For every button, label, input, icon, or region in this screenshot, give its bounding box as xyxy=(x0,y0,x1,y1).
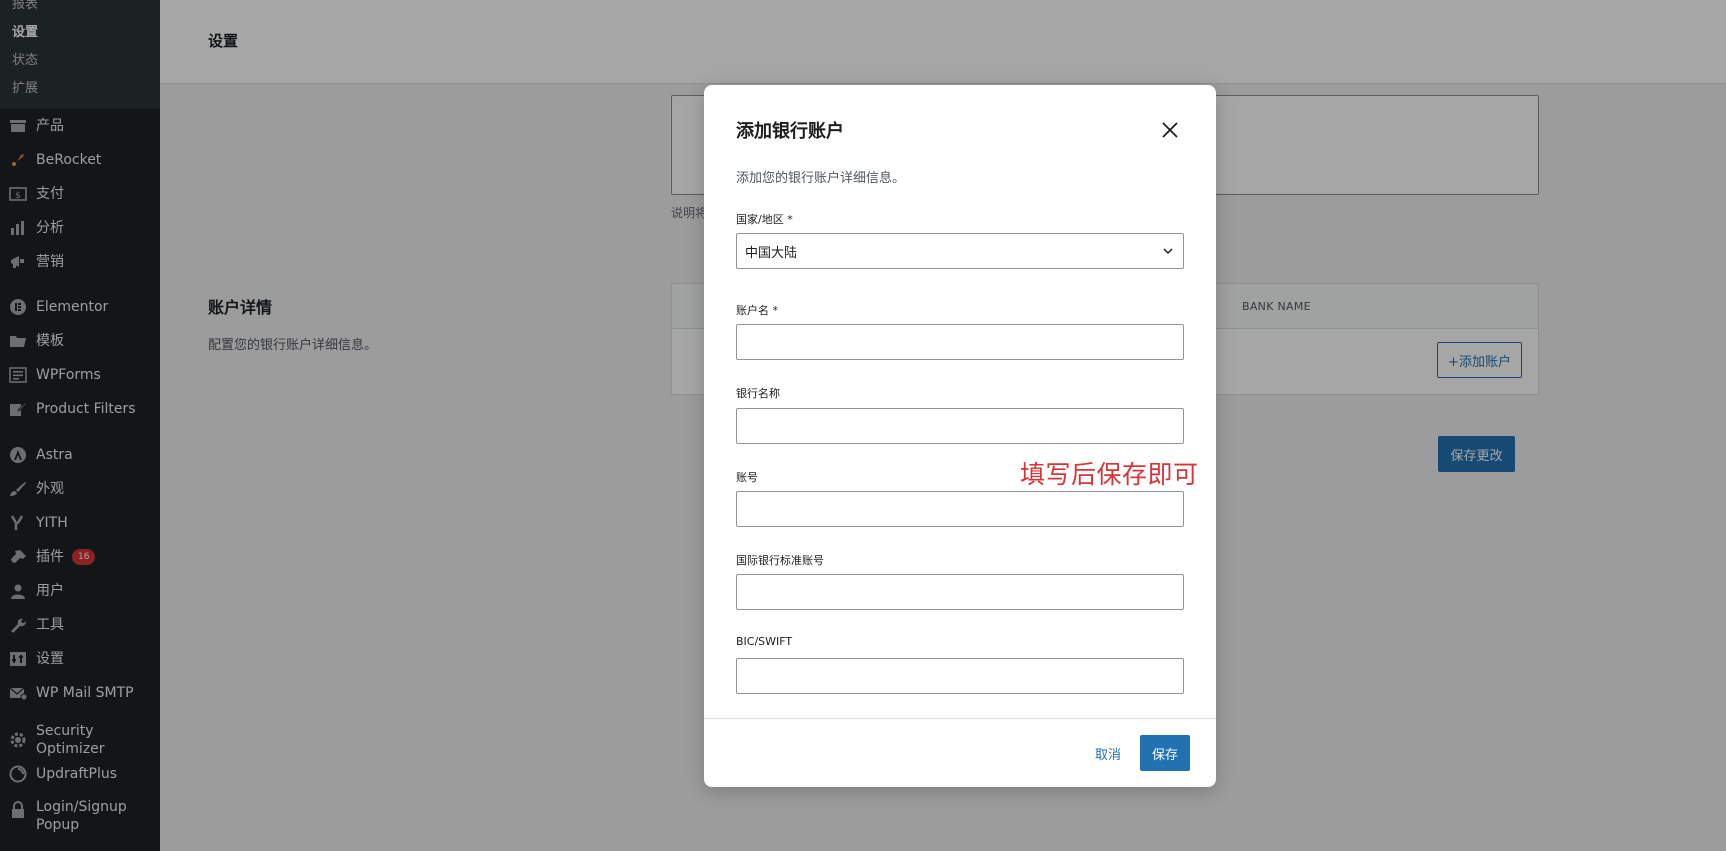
country-label: 国家/地区 * xyxy=(736,213,793,226)
close-icon xyxy=(1162,122,1178,138)
save-button[interactable]: 保存 xyxy=(1140,735,1190,771)
iban-label: 国际银行标准账号 xyxy=(736,554,824,567)
bank-name-field[interactable] xyxy=(736,408,1184,444)
country-select[interactable]: 中国大陆 xyxy=(736,233,1184,269)
modal-description: 添加您的银行账户详细信息。 xyxy=(736,171,906,186)
account-name-label: 账户名 * xyxy=(736,304,778,317)
modal-footer-divider xyxy=(704,718,1216,719)
account-number-label: 账号 xyxy=(736,471,758,484)
country-select-value: 中国大陆 xyxy=(745,245,798,261)
bic-swift-field[interactable] xyxy=(736,658,1184,694)
instruction-annotation: 填写后保存即可 xyxy=(1020,460,1199,489)
account-name-field[interactable] xyxy=(736,324,1184,360)
bic-swift-label: BIC/SWIFT xyxy=(736,635,793,648)
close-button[interactable] xyxy=(1157,117,1183,143)
bank-name-label: 银行名称 xyxy=(736,387,780,400)
iban-field[interactable] xyxy=(736,574,1184,610)
account-number-field[interactable] xyxy=(736,491,1184,527)
modal-title: 添加银行账户 xyxy=(736,121,844,142)
add-bank-account-modal: 添加银行账户 添加您的银行账户详细信息。 国家/地区 * 中国大陆 账户名 * … xyxy=(704,85,1216,787)
cancel-button[interactable]: 取消 xyxy=(1088,735,1128,771)
chevron-down-icon xyxy=(1163,248,1173,255)
